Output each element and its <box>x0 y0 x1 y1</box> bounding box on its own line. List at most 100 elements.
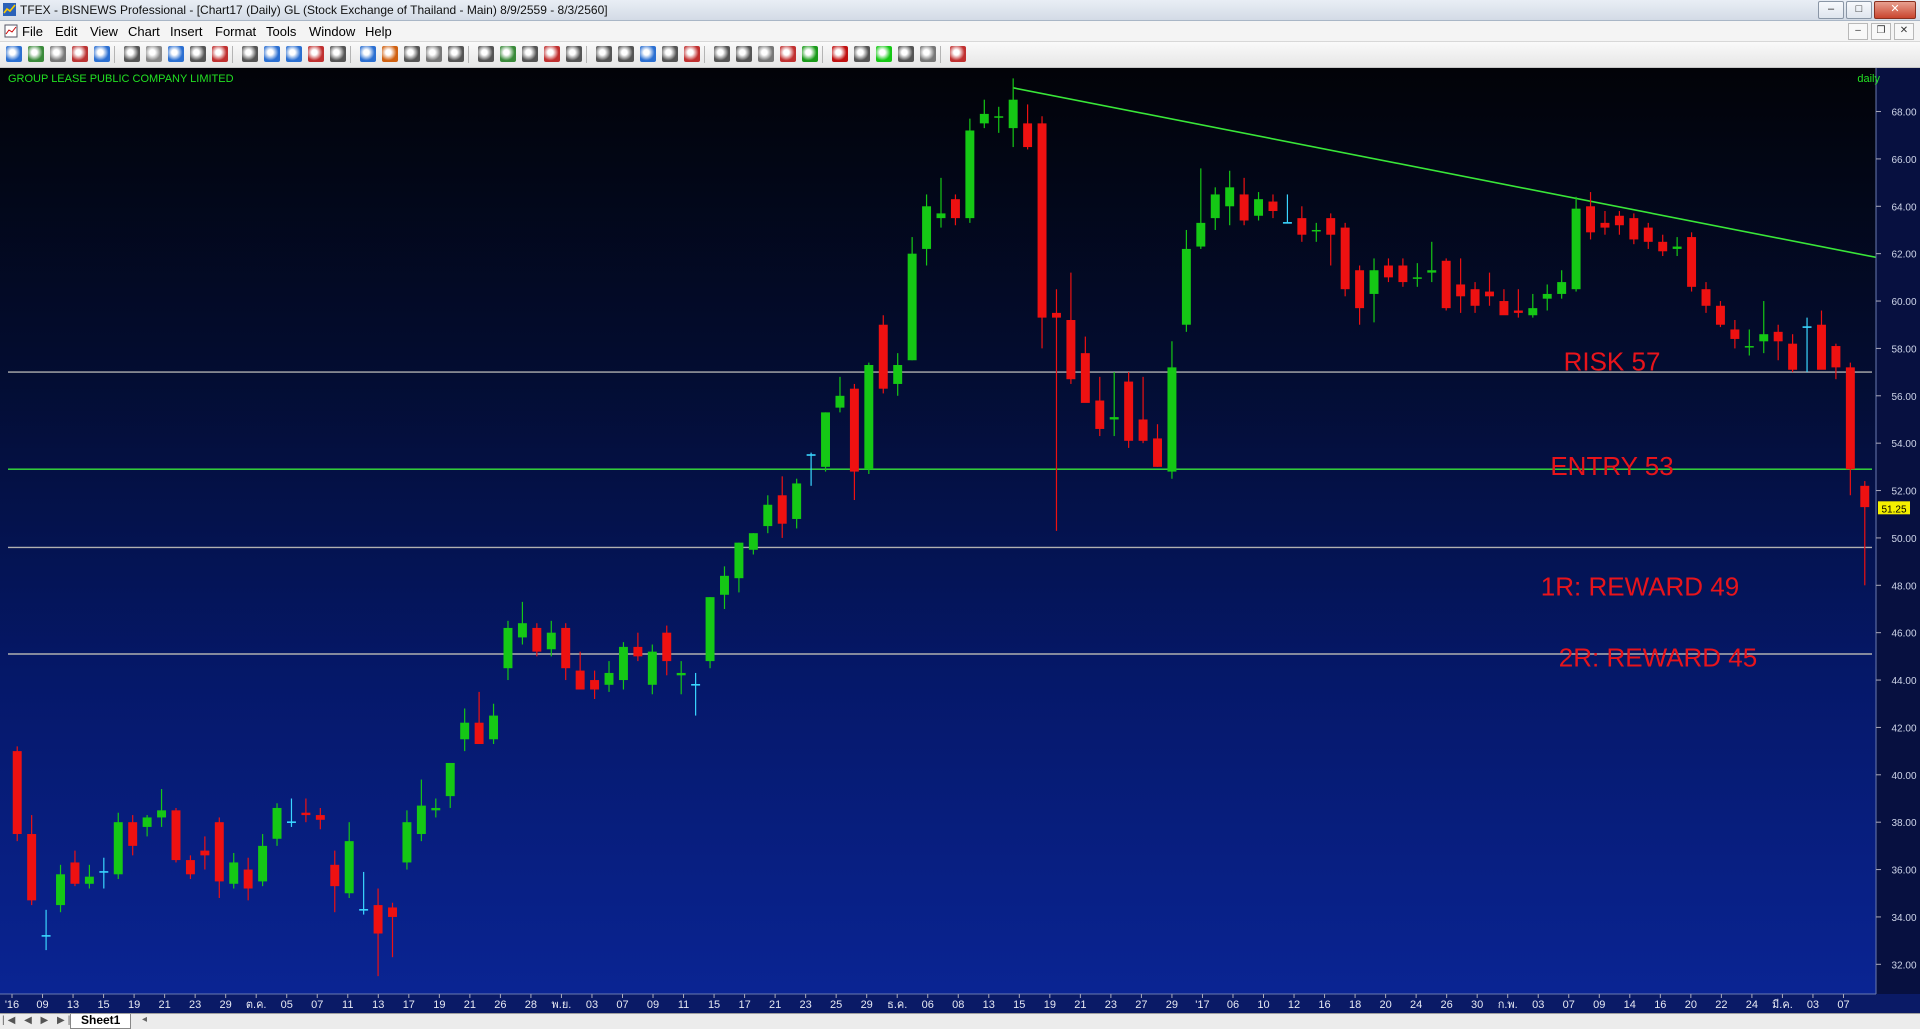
toolbar-tool-27-icon[interactable] <box>640 46 656 62</box>
candle[interactable] <box>994 106 1004 133</box>
candle[interactable] <box>1744 329 1754 356</box>
candle[interactable] <box>950 194 960 226</box>
candle[interactable] <box>575 651 585 690</box>
candle[interactable] <box>1355 265 1365 325</box>
sheet-nav-buttons[interactable]: |◀ ◀ ▶ ▶| <box>2 1015 73 1026</box>
candle[interactable] <box>1499 289 1509 316</box>
menu-tools[interactable]: Tools <box>266 24 296 39</box>
candle[interactable] <box>1051 289 1061 531</box>
candle[interactable] <box>1181 229 1191 332</box>
toolbar-tool-21-icon[interactable] <box>500 46 516 62</box>
candle[interactable] <box>1311 222 1321 242</box>
mdi-close-button[interactable]: ✕ <box>1894 23 1914 40</box>
candle[interactable] <box>1225 170 1235 226</box>
maximize-button[interactable]: □ <box>1846 1 1872 19</box>
candle[interactable] <box>1456 258 1466 313</box>
candle[interactable] <box>416 779 426 842</box>
candle[interactable] <box>618 642 628 690</box>
candle[interactable] <box>1485 272 1494 306</box>
candle[interactable] <box>1672 237 1682 257</box>
candle[interactable] <box>1817 310 1826 370</box>
candle[interactable] <box>402 810 412 870</box>
toolbar-tool-37-icon[interactable] <box>876 46 892 62</box>
price-chart[interactable]: RISK 57 ENTRY 53 1R: REWARD 49 2R: REWARD 4… <box>0 68 1920 1013</box>
toolbar-tool-11-icon[interactable] <box>264 46 280 62</box>
candle[interactable] <box>1153 424 1162 467</box>
candle[interactable] <box>243 857 253 901</box>
candle[interactable] <box>1297 206 1307 242</box>
candle[interactable] <box>286 798 296 827</box>
menu-file[interactable]: File <box>22 24 43 39</box>
candle[interactable] <box>1109 372 1119 437</box>
toolbar-tool-22-icon[interactable] <box>522 46 538 62</box>
candle[interactable] <box>590 670 600 700</box>
candle[interactable] <box>157 789 167 827</box>
candle[interactable] <box>849 383 859 501</box>
toolbar-tool-1-icon[interactable] <box>28 46 44 62</box>
candle[interactable] <box>359 871 369 915</box>
toolbar-tool-9-icon[interactable] <box>212 46 228 62</box>
candle[interactable] <box>1557 270 1567 299</box>
toolbar-tool-30-icon[interactable] <box>714 46 730 62</box>
candle[interactable] <box>1687 232 1697 292</box>
candle[interactable] <box>1614 211 1624 235</box>
candle[interactable] <box>1080 336 1090 403</box>
trend-line[interactable] <box>1013 87 1920 275</box>
candle[interactable] <box>748 533 758 555</box>
candle[interactable] <box>489 703 499 745</box>
candle[interactable] <box>878 315 888 394</box>
candle[interactable] <box>1268 194 1278 219</box>
candle[interactable] <box>763 495 773 534</box>
toolbar-tool-4-icon[interactable] <box>94 46 110 62</box>
toolbar-tool-5-icon[interactable] <box>124 46 140 62</box>
candle[interactable] <box>633 632 643 662</box>
toolbar-tool-32-icon[interactable] <box>758 46 774 62</box>
candle[interactable] <box>561 623 571 681</box>
candle[interactable] <box>128 815 138 856</box>
candle[interactable] <box>676 661 686 695</box>
candle[interactable] <box>1571 196 1581 292</box>
scroll-left-icon[interactable]: ◂ <box>142 1014 147 1025</box>
mdi-restore-button[interactable]: ❐ <box>1871 23 1891 40</box>
chart-area[interactable]: RISK 57 ENTRY 53 1R: REWARD 49 2R: REWARD 4… <box>0 68 1920 1016</box>
candle[interactable] <box>301 798 311 823</box>
candle[interactable] <box>445 762 455 808</box>
toolbar-tool-16-icon[interactable] <box>382 46 398 62</box>
toolbar-tool-17-icon[interactable] <box>404 46 420 62</box>
candle[interactable] <box>214 817 224 898</box>
toolbar-tool-0-icon[interactable] <box>6 46 22 62</box>
toolbar-tool-34-icon[interactable] <box>802 46 818 62</box>
candle[interactable] <box>229 852 239 889</box>
candle[interactable] <box>1398 258 1408 287</box>
candle[interactable] <box>1326 213 1336 266</box>
menu-insert[interactable]: Insert <box>170 24 203 39</box>
candle[interactable] <box>70 850 80 887</box>
candle[interactable] <box>99 857 109 889</box>
candle[interactable] <box>922 194 932 266</box>
candle[interactable] <box>185 855 195 880</box>
candle[interactable] <box>258 834 268 887</box>
candle[interactable] <box>1167 341 1177 479</box>
toolbar-tool-38-icon[interactable] <box>898 46 914 62</box>
candle[interactable] <box>1773 324 1783 361</box>
candle[interactable] <box>1542 284 1552 311</box>
candle[interactable] <box>1715 301 1725 328</box>
candle[interactable] <box>979 99 989 129</box>
toolbar-tool-20-icon[interactable] <box>478 46 494 62</box>
candle[interactable] <box>720 566 729 609</box>
toolbar-tool-15-icon[interactable] <box>360 46 376 62</box>
toolbar-tool-13-icon[interactable] <box>308 46 324 62</box>
candle[interactable] <box>1254 192 1264 221</box>
candle[interactable] <box>1513 289 1523 318</box>
candle[interactable] <box>604 661 614 692</box>
mdi-minimize-button[interactable]: – <box>1848 23 1868 40</box>
toolbar-tool-18-icon[interactable] <box>426 46 442 62</box>
toolbar-tool-35-icon[interactable] <box>832 46 848 62</box>
candle[interactable] <box>705 597 715 669</box>
minimize-button[interactable]: – <box>1818 1 1844 19</box>
candle[interactable] <box>907 237 917 361</box>
candle[interactable] <box>1730 319 1740 349</box>
toolbar-tool-14-icon[interactable] <box>330 46 346 62</box>
candle[interactable] <box>1658 234 1668 257</box>
candle[interactable] <box>647 644 657 695</box>
